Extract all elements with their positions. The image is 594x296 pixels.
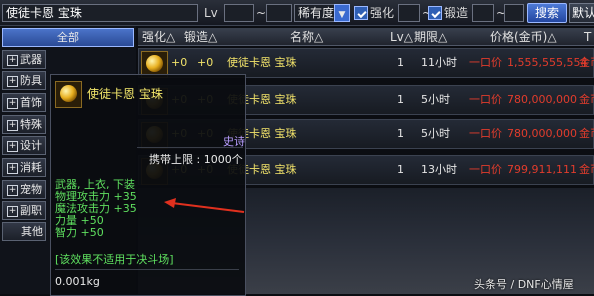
row-lv: 1 xyxy=(397,93,404,106)
row-limit: 5小时 xyxy=(421,93,450,106)
category-pet[interactable]: + 宠物 xyxy=(2,180,46,199)
category-label: 首饰 xyxy=(20,96,42,109)
tooltip-title: 使徒卡恩 宝珠 xyxy=(87,87,163,101)
category-label: 消耗 xyxy=(20,161,42,174)
category-all[interactable]: 全部 xyxy=(2,28,134,47)
expand-icon: + xyxy=(7,140,18,152)
row-price-label: 一口价 xyxy=(469,93,502,106)
row-limit: 11小时 xyxy=(421,56,457,69)
category-all-label: 全部 xyxy=(57,31,79,44)
expand-icon: + xyxy=(7,184,18,196)
row-price: 780,000,000 xyxy=(507,127,577,140)
category-design[interactable]: + 设计 xyxy=(2,136,46,155)
watermark: 头条号 / DNF心情屋 xyxy=(474,278,574,291)
default-button[interactable]: 默认 xyxy=(569,3,594,23)
divider xyxy=(137,147,243,148)
rarity-dropdown-button[interactable]: ▼ xyxy=(334,4,350,22)
row-currency: 金币 xyxy=(579,56,594,69)
header-lv[interactable]: Lv△ xyxy=(390,28,413,46)
rarity-value: 稀有度 xyxy=(298,6,335,20)
row-lv: 1 xyxy=(397,163,404,176)
row-currency: 金币 xyxy=(579,163,594,176)
lv-min-input[interactable] xyxy=(224,4,254,22)
forge-checkbox[interactable] xyxy=(428,6,442,20)
chevron-down-icon: ▼ xyxy=(338,10,346,20)
header-price[interactable]: 价格(金币)△ xyxy=(490,28,557,46)
row-price-label: 一口价 xyxy=(469,56,502,69)
tooltip-note: [该效果不适用于决斗场] xyxy=(55,253,174,266)
category-subjob[interactable]: + 副职 xyxy=(2,201,46,220)
enhance-label: 强化 xyxy=(370,6,395,20)
row-price: 1,555,555,554 xyxy=(507,56,588,69)
expand-icon: + xyxy=(7,205,18,217)
expand-icon: + xyxy=(7,54,18,66)
row-lv: 1 xyxy=(397,127,404,140)
row-price: 799,911,111 xyxy=(507,163,577,176)
enhance-min-input[interactable] xyxy=(398,4,420,22)
tooltip-weight: 0.001kg xyxy=(55,275,100,288)
row-lv: 1 xyxy=(397,56,404,69)
row-price: 780,000,000 xyxy=(507,93,577,106)
header-forge[interactable]: 锻造△ xyxy=(184,28,217,46)
category-other[interactable]: 其他 xyxy=(2,222,46,241)
row-name: 使徒卡恩 宝珠 xyxy=(227,56,297,69)
category-consumable[interactable]: + 消耗 xyxy=(2,158,46,177)
category-special[interactable]: + 特殊 xyxy=(2,115,46,134)
expand-icon: + xyxy=(7,119,18,131)
header-extra[interactable]: T xyxy=(584,28,591,46)
category-label: 特殊 xyxy=(20,118,42,131)
category-label: 其他 xyxy=(21,225,43,238)
row-price-label: 一口价 xyxy=(469,127,502,140)
expand-icon: + xyxy=(7,75,18,87)
forge-max-input[interactable] xyxy=(504,4,524,22)
expand-icon: + xyxy=(7,97,18,109)
table-header: 强化△ 锻造△ 名称△ Lv△ 期限△ 价格(金币)△ T xyxy=(138,28,594,46)
search-button[interactable]: 搜索 xyxy=(527,3,567,23)
enhance-checkbox[interactable] xyxy=(354,6,368,20)
row-forge: +0 xyxy=(197,56,214,69)
row-currency: 金币 xyxy=(579,93,594,106)
category-label: 副职 xyxy=(20,204,42,217)
tooltip-carry-limit: 携带上限 : 1000个 xyxy=(149,153,243,166)
orb-item-icon xyxy=(55,81,82,108)
category-accessory[interactable]: + 首饰 xyxy=(2,93,46,112)
category-label: 设计 xyxy=(20,139,42,152)
category-armor[interactable]: + 防具 xyxy=(2,71,46,90)
row-enhance: +0 xyxy=(171,56,188,69)
tooltip-stat: 智力 +50 xyxy=(55,226,104,239)
forge-label: 锻造 xyxy=(444,6,469,20)
row-limit: 13小时 xyxy=(421,163,457,176)
lv-max-input[interactable] xyxy=(266,4,292,22)
forge-min-input[interactable] xyxy=(472,4,494,22)
row-price-label: 一口价 xyxy=(469,163,502,176)
lv-label: Lv xyxy=(204,6,218,20)
lv-tilde: ~ xyxy=(256,6,267,20)
item-name-search-input[interactable]: 使徒卡恩 宝珠 xyxy=(2,4,198,22)
header-enhance[interactable]: 强化△ xyxy=(142,28,175,46)
expand-icon: + xyxy=(7,162,18,174)
category-label: 宠物 xyxy=(20,183,42,196)
row-limit: 5小时 xyxy=(421,127,450,140)
category-label: 武器 xyxy=(20,53,42,66)
row-currency: 金币 xyxy=(579,127,594,140)
red-arrow-annotation xyxy=(164,198,245,213)
category-label: 防具 xyxy=(20,74,42,87)
category-weapon[interactable]: + 武器 xyxy=(2,50,46,69)
divider xyxy=(55,269,239,270)
item-tooltip: 使徒卡恩 宝珠 史诗 携带上限 : 1000个 武器, 上衣, 下装 物理攻击力… xyxy=(50,74,246,296)
header-name[interactable]: 名称△ xyxy=(290,28,323,46)
header-limit[interactable]: 期限△ xyxy=(414,28,447,46)
